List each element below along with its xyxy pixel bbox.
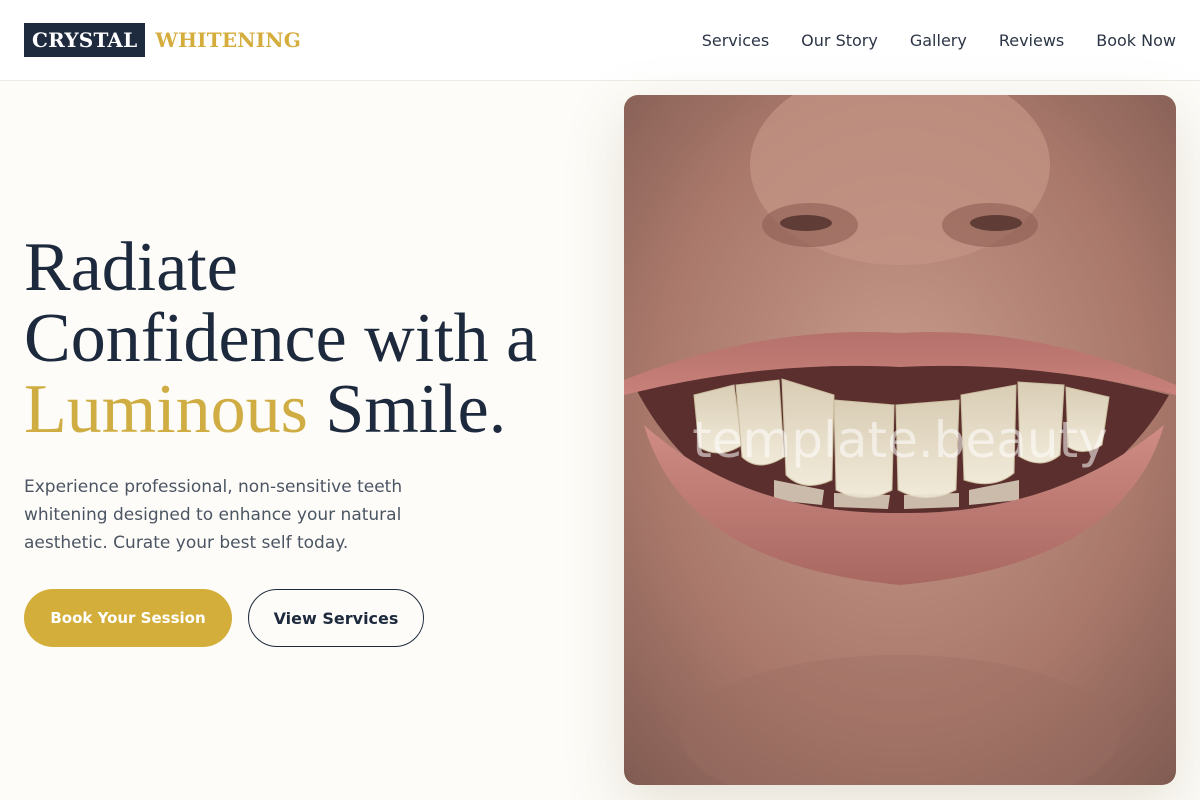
- nav-item-reviews[interactable]: Reviews: [999, 31, 1064, 50]
- hero-smile-photo: template.beauty: [624, 95, 1176, 785]
- hero-title: Radiate Confidence with a Luminous Smile…: [24, 232, 604, 445]
- image-watermark: template.beauty: [692, 411, 1108, 469]
- nav-item-services[interactable]: Services: [702, 31, 769, 50]
- nav-item-book-now[interactable]: Book Now: [1096, 31, 1176, 50]
- hero-title-line1: Radiate: [24, 229, 238, 306]
- nav-item-gallery[interactable]: Gallery: [910, 31, 967, 50]
- view-services-button[interactable]: View Services: [248, 589, 424, 647]
- book-session-button[interactable]: Book Your Session: [24, 589, 232, 647]
- hero-title-end: Smile.: [307, 371, 507, 448]
- logo-secondary-text: WHITENING: [155, 28, 302, 52]
- brand-logo[interactable]: CRYSTAL WHITENING: [24, 23, 301, 57]
- logo-primary-text: CRYSTAL: [24, 23, 146, 57]
- hero-subtitle: Experience professional, non-sensitive t…: [24, 477, 403, 553]
- hero-title-line2: Confidence with a: [24, 300, 538, 377]
- main-nav: Services Our Story Gallery Reviews Book …: [702, 31, 1176, 50]
- site-header: CRYSTAL WHITENING Services Our Story Gal…: [0, 0, 1200, 81]
- nav-item-our-story[interactable]: Our Story: [801, 31, 878, 50]
- hero-title-highlight: Luminous: [24, 371, 308, 448]
